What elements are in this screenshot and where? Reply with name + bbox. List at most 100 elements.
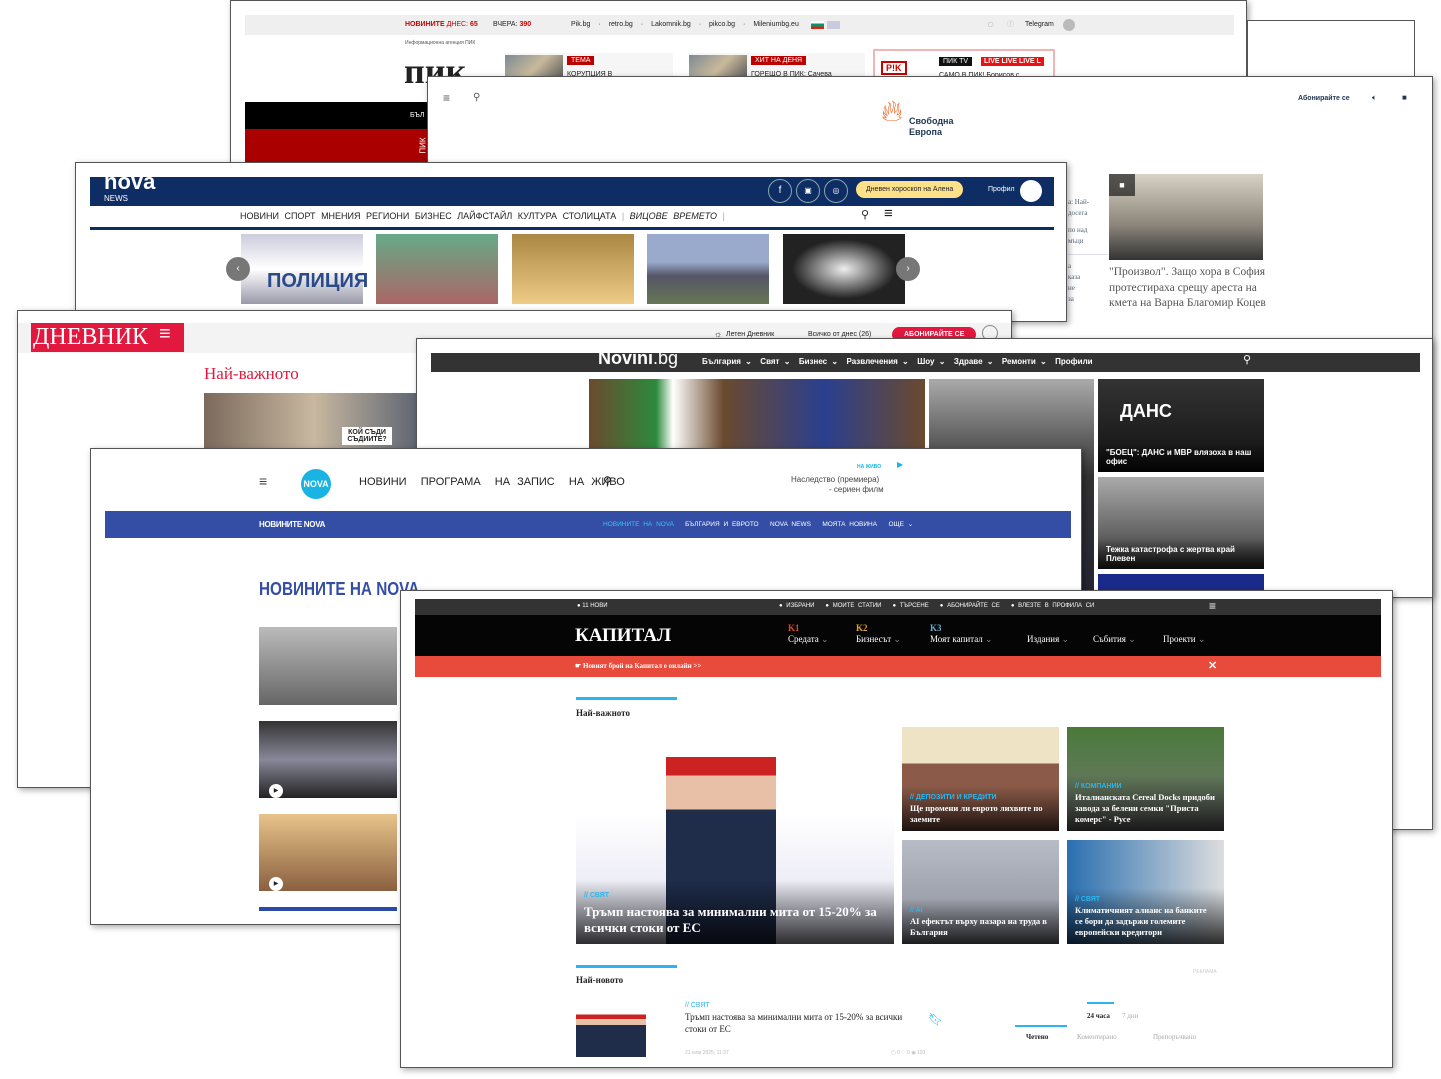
category[interactable]: // AI (910, 905, 1051, 916)
tab-recommended[interactable]: Препоръчвано (1153, 1033, 1196, 1041)
nav-item[interactable]: РЕГИОНИ (366, 211, 409, 221)
nav-item[interactable]: Ремонти (1002, 357, 1036, 366)
nav-item-active[interactable]: НОВИНИТЕ НА NOVA (603, 521, 674, 528)
novini-logo[interactable]: Novini.bg (598, 348, 678, 369)
search-icon[interactable]: ○ (987, 17, 994, 31)
nav-item[interactable]: NOVA NEWS (770, 521, 811, 528)
menu-item[interactable]: Проекти ⌄ (1163, 623, 1205, 645)
lead-image[interactable] (589, 379, 925, 459)
story-title[interactable]: AI ефектът върху пазара на труда в Бълга… (910, 916, 1051, 938)
nav-item[interactable]: Здраве (954, 357, 983, 366)
facebook-icon[interactable]: ⓕ (1007, 19, 1014, 29)
story-title[interactable]: Италианската Cereal Docks придоби завода… (1075, 792, 1216, 825)
tab-24h[interactable]: 24 часа (1087, 1012, 1110, 1020)
youtube-icon[interactable]: ▣ (796, 179, 820, 203)
horoscope-button[interactable]: Дневен хороскоп на Алена (856, 181, 964, 198)
tab-7d[interactable]: 7 дни (1122, 1012, 1138, 1020)
feature-headline[interactable]: "Произвол". Защо хора в София протестира… (1109, 265, 1267, 312)
avatar-icon[interactable] (1020, 180, 1042, 202)
nav-item[interactable]: МОЯТА НОВИНА (822, 521, 877, 528)
main-story[interactable]: // СВЯТ Тръмп настоява за минимални мита… (576, 727, 894, 944)
category[interactable]: // КОМПАНИИ (1075, 781, 1216, 792)
thumb[interactable] (259, 627, 397, 705)
thumb[interactable] (376, 234, 498, 304)
menu-icon[interactable]: ≡ (884, 205, 893, 222)
story-card[interactable]: // КОМПАНИИ Италианската Cereal Docks при… (1067, 727, 1224, 831)
category[interactable]: // СВЯТ (685, 1002, 710, 1009)
story-card[interactable]: // AI AI ефектът върху пазара на труда в … (902, 840, 1059, 944)
story-title[interactable]: Климатичният алианс на банките се бори д… (1075, 905, 1216, 938)
audio-icon[interactable]: 🔈︎ (1372, 93, 1377, 103)
dnevnik-logo[interactable]: ДНЕВНИК ≡ (31, 323, 184, 352)
snippet[interactable]: за (1068, 294, 1108, 305)
bar-logo[interactable]: НОВИНИТЕ NOVA (259, 520, 325, 529)
play-icon[interactable]: ▶ (269, 784, 283, 798)
prev-arrow-button[interactable]: ‹ (226, 257, 250, 281)
link-milenium[interactable]: Mileniumbg.eu (753, 21, 799, 28)
snippet[interactable]: не (1068, 283, 1108, 294)
menu-item[interactable]: Издания ⌄ (1027, 623, 1069, 645)
thumb[interactable] (512, 234, 634, 304)
nav-item[interactable]: ВРЕМЕТО (673, 211, 717, 221)
nav-item[interactable]: България (702, 357, 741, 366)
nav-item[interactable]: БИЗНЕС (415, 211, 452, 221)
category[interactable]: // СВЯТ (1075, 894, 1216, 905)
link-retro[interactable]: retro.bg (609, 21, 633, 28)
latest-thumb[interactable] (576, 1004, 646, 1057)
svobodna-logo[interactable]: 🔥︎ Свободна Европа (881, 97, 971, 141)
banner-text[interactable]: ☛ Новият брой на Капитал е онлайн >> (575, 662, 701, 670)
novanews-logo[interactable]: nova (104, 169, 155, 195)
link-pikco[interactable]: pikco.bg (709, 21, 735, 28)
link-pik[interactable]: Pik.bg (571, 21, 590, 28)
top-link[interactable]: ИЗБРАНИ (786, 603, 814, 609)
tab-read[interactable]: Четено (1026, 1033, 1048, 1041)
category[interactable]: // ДЕПОЗИТИ И КРЕДИТИ (910, 792, 1051, 803)
bookmark-icon[interactable]: 🔖︎ (928, 1012, 943, 1026)
play-icon[interactable]: ▶ (269, 877, 283, 891)
next-arrow-button[interactable]: › (896, 257, 920, 281)
nav-item[interactable]: ПРОГРАМА (421, 476, 481, 488)
subscribe-link[interactable]: Абонирайте се (1298, 95, 1350, 102)
nav-item[interactable]: НОВИНИ (240, 211, 279, 221)
promo-banner[interactable]: ☛ Новият брой на Капитал е онлайн >> ✕ (415, 656, 1381, 677)
instagram-icon[interactable]: ◎ (824, 179, 848, 203)
thumb[interactable]: ▶ (259, 814, 397, 891)
nav-item[interactable]: МНЕНИЯ (321, 211, 360, 221)
top-link[interactable]: МОИТЕ СТАТИИ (833, 603, 882, 609)
latest-title[interactable]: Тръмп настоява за минимални мита от 15-2… (685, 1011, 920, 1035)
search-icon[interactable]: ⚲ (473, 92, 480, 103)
top-link[interactable]: ТЪРСЕНЕ (900, 603, 929, 609)
search-icon[interactable]: ⚲ (1243, 353, 1251, 366)
snippet[interactable]: а (1068, 261, 1108, 272)
news-card[interactable]: Тежка катастрофа с жертва край Плевен (1098, 477, 1264, 569)
top-link[interactable]: ВЛЕЗТЕ В ПРОФИЛА СИ (1018, 603, 1094, 609)
snippet[interactable]: а: Най- (1068, 197, 1108, 208)
live-show[interactable]: Наследство (премиера) (791, 475, 879, 484)
nav-item[interactable]: ВИЦОВЕ (630, 211, 668, 221)
thumb[interactable] (783, 234, 905, 304)
lead-image[interactable]: КОЙ СЪДИ СЪДИИТЕ? (204, 393, 424, 451)
flag-uk-icon[interactable] (827, 21, 840, 29)
link-lakomnik[interactable]: Lakomnik.bg (651, 21, 691, 28)
menu-item[interactable]: Събития ⌄ (1093, 623, 1136, 645)
story-title[interactable]: Ще промени ли еврото лихвите по заемите (910, 803, 1051, 825)
play-icon[interactable]: ▶ (897, 460, 903, 469)
feature-image[interactable]: ■ (1109, 174, 1263, 260)
nav-item[interactable]: НОВИНИ (359, 476, 407, 488)
profile-link[interactable]: Профил (988, 186, 1015, 193)
nav-item[interactable]: Профили (1055, 357, 1092, 366)
nav-item[interactable]: НА ЗАПИС (495, 476, 555, 488)
nav-item[interactable]: НА ЖИВО (569, 476, 625, 488)
thumb[interactable]: ▶ (259, 721, 397, 798)
video-icon[interactable]: ■ (1402, 93, 1407, 102)
snippet[interactable]: каза (1068, 272, 1108, 283)
nav-item[interactable]: СПОРТ (284, 211, 315, 221)
menu-icon[interactable]: ≡ (159, 323, 171, 346)
nav-item[interactable]: Развлечения (847, 357, 898, 366)
nav-item[interactable]: Шоу (917, 357, 934, 366)
all-today-link[interactable]: Всичко от днес (26) (808, 331, 871, 338)
telegram-link[interactable]: Telegram (1025, 21, 1054, 28)
menu-icon[interactable]: ≡ (443, 91, 450, 105)
flag-bg-icon[interactable] (811, 21, 824, 29)
menu-icon[interactable]: ≡ (259, 473, 267, 489)
